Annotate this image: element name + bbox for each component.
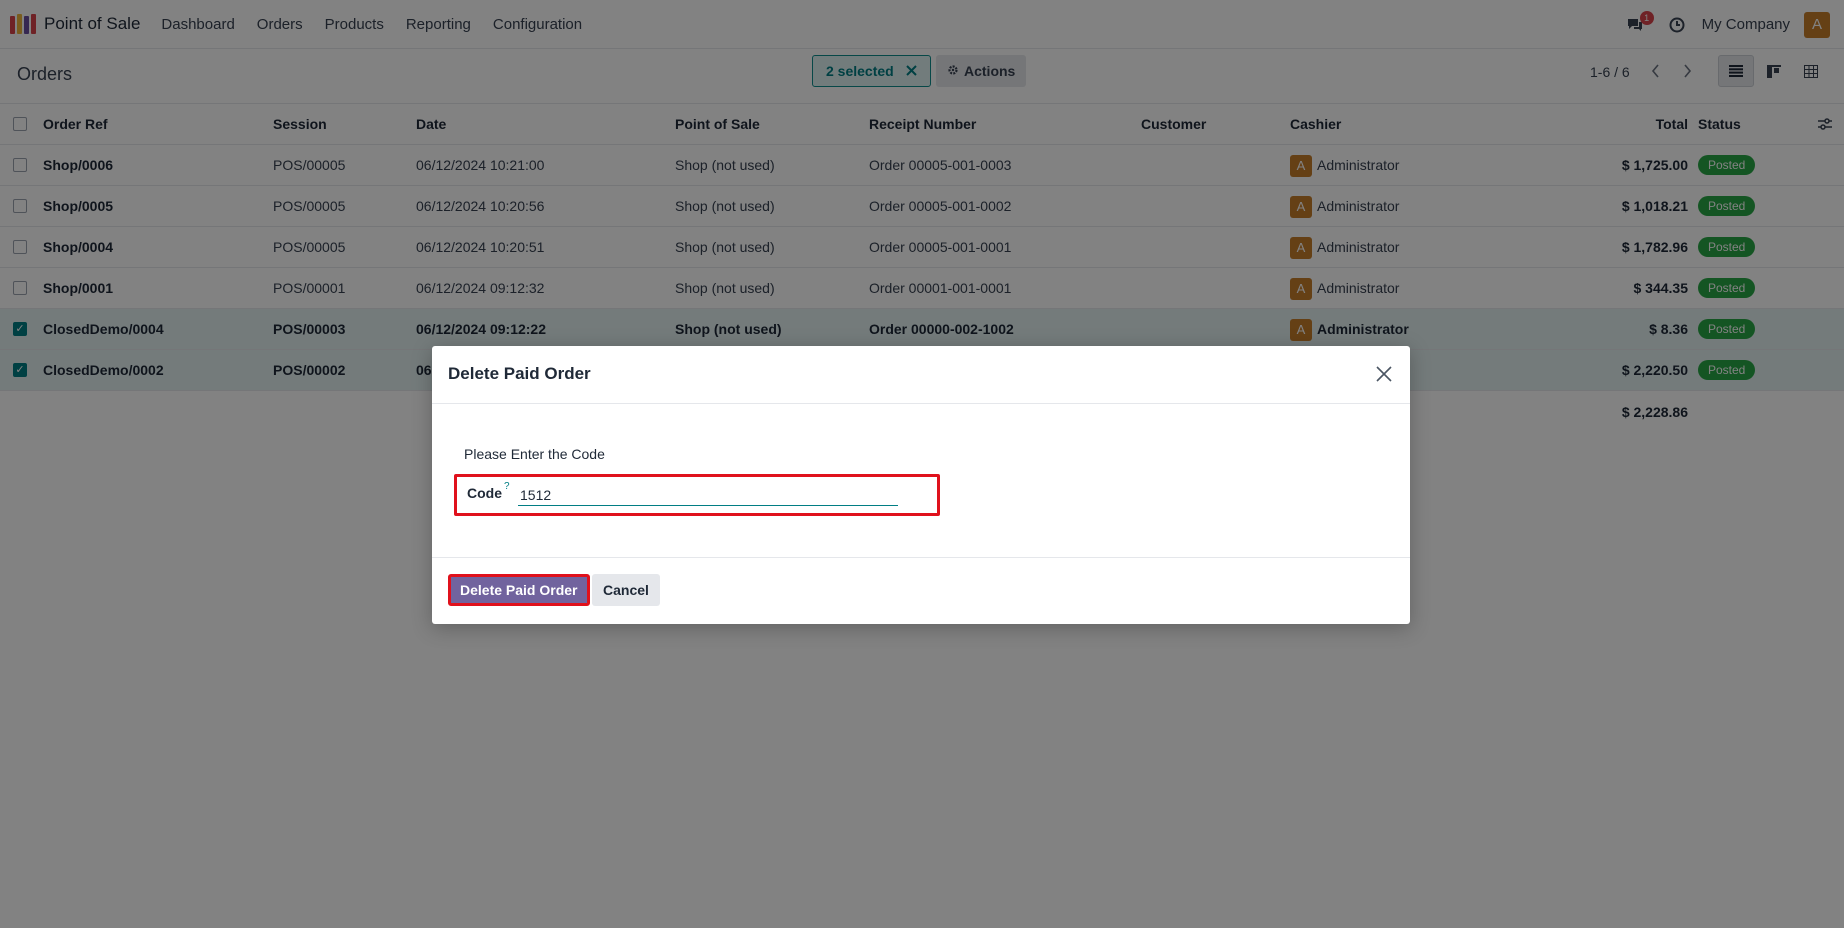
modal-footer: Delete Paid Order Cancel — [432, 558, 1410, 624]
modal-body: Please Enter the Code Code ? — [432, 404, 1410, 558]
close-icon[interactable] — [1372, 362, 1396, 386]
help-tooltip-icon[interactable]: ? — [504, 481, 510, 492]
delete-paid-order-button[interactable]: Delete Paid Order — [448, 574, 590, 606]
code-input[interactable] — [518, 484, 898, 506]
delete-paid-order-dialog: Delete Paid Order Please Enter the Code … — [432, 346, 1410, 624]
cancel-button[interactable]: Cancel — [592, 574, 660, 606]
modal-header: Delete Paid Order — [432, 346, 1410, 404]
modal-title: Delete Paid Order — [448, 364, 591, 383]
code-label: Code — [467, 485, 502, 501]
instruction-text: Please Enter the Code — [464, 446, 605, 462]
code-field-group: Code ? — [454, 474, 940, 516]
